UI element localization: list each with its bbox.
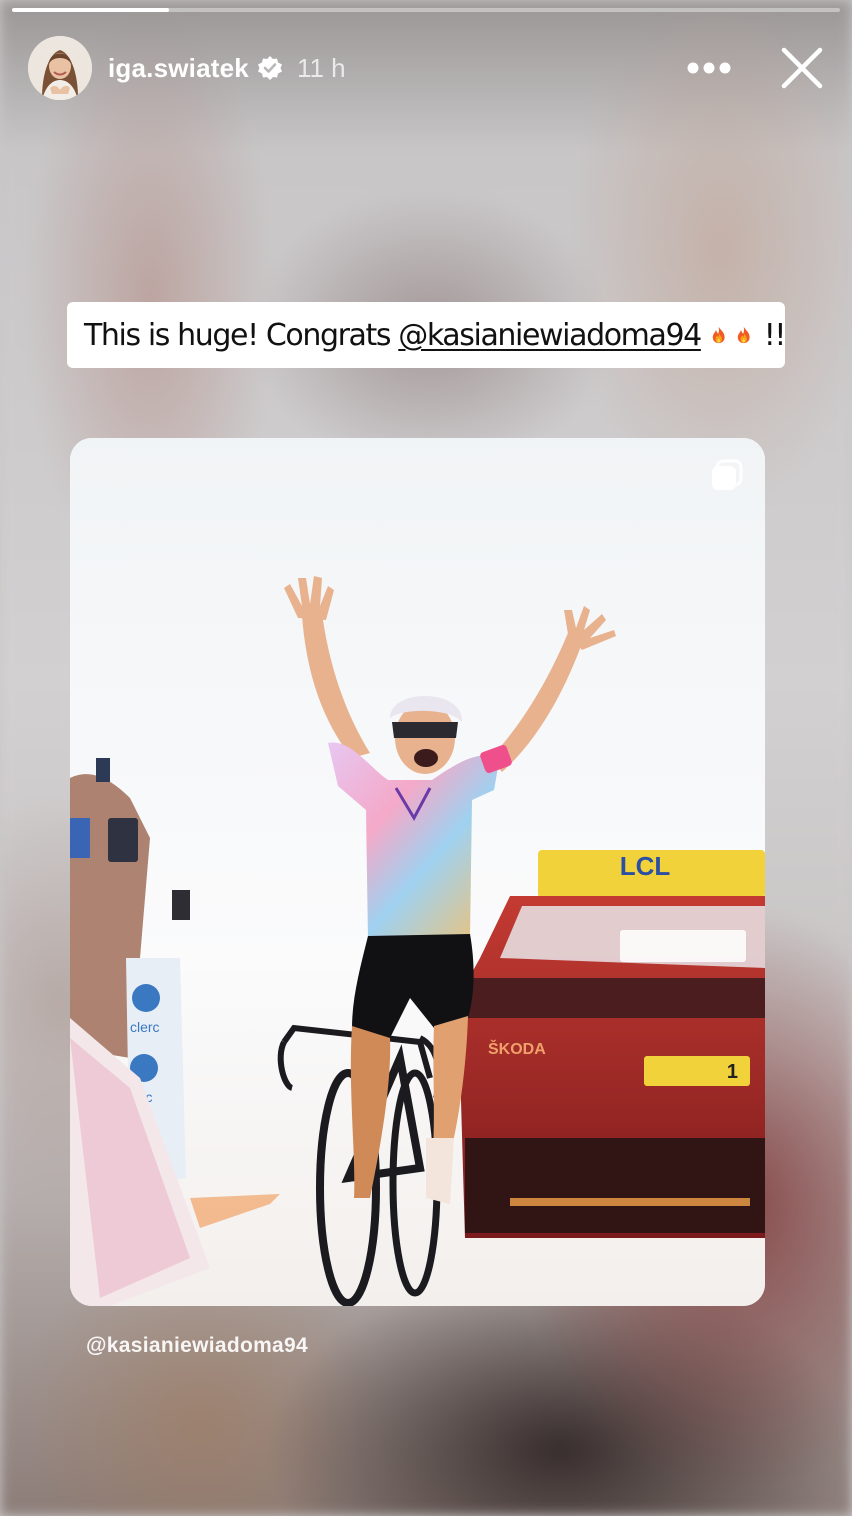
verified-badge-icon — [257, 56, 282, 80]
shared-post-card[interactable]: LCL ŠKODA 1 clerc — [70, 438, 765, 1306]
banner-text: clerc — [130, 1019, 160, 1035]
post-photo: LCL ŠKODA 1 clerc — [70, 438, 765, 1306]
car-brand-text: ŠKODA — [488, 1039, 546, 1058]
caption-mention[interactable]: @kasianiewiadoma94 — [398, 318, 702, 353]
more-options-button[interactable] — [684, 50, 734, 86]
fire-emoji-icon — [712, 326, 725, 344]
more-horizontal-icon — [687, 62, 731, 74]
story-viewer[interactable]: iga.swiatek 11 h This is huge! Congrats … — [0, 0, 852, 1516]
caption-exclamation: !! — [763, 317, 787, 353]
story-header: iga.swiatek 11 h — [28, 36, 824, 100]
multiple-photos-icon — [712, 459, 743, 490]
avatar-image — [28, 36, 92, 100]
avatar[interactable] — [28, 36, 92, 100]
car-roof-text: LCL — [620, 851, 671, 881]
post-time: 11 h — [296, 52, 346, 83]
story-progress-bar — [12, 8, 840, 12]
fire-emoji-icon — [738, 326, 750, 344]
caption-text: This is huge! Congrats — [84, 317, 399, 353]
story-caption: This is huge! Congrats @kasianiewiadoma9… — [67, 302, 787, 368]
username[interactable]: iga.swiatek — [108, 53, 249, 84]
shared-post-author[interactable]: @kasianiewiadoma94 — [86, 1334, 308, 1358]
close-button[interactable] — [780, 46, 824, 90]
close-icon — [781, 47, 823, 89]
car-plate-text: 1 — [727, 1061, 738, 1083]
story-progress-fill — [12, 8, 170, 12]
